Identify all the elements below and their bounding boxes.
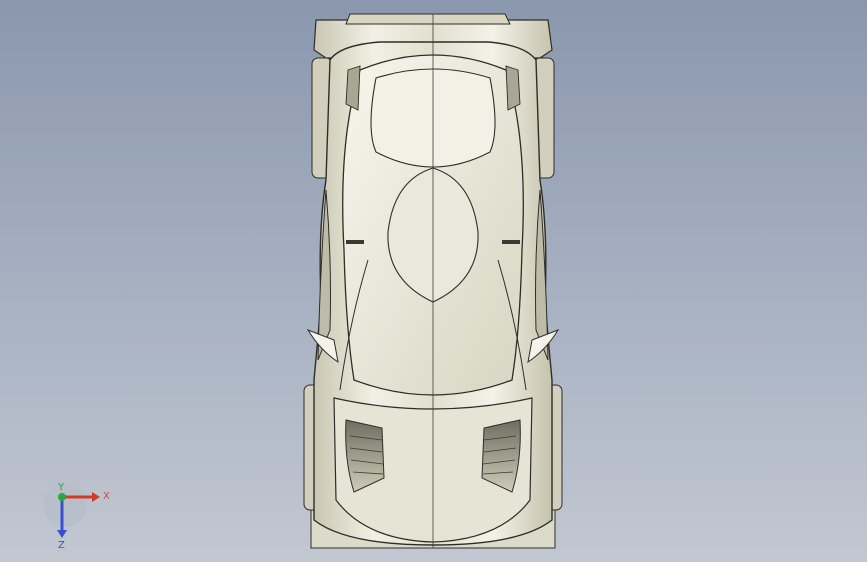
triad-origin-shade [43, 483, 87, 527]
y-axis-label: Y [57, 482, 65, 493]
door-handle-right [502, 240, 520, 244]
x-axis-arrowhead [92, 492, 100, 502]
z-axis-arrowhead [57, 530, 67, 538]
front-vent-left [345, 419, 385, 493]
front-vent-right [481, 419, 521, 493]
rear-intake-left [345, 65, 361, 111]
rear-intake-right [505, 65, 521, 111]
coordinate-triad: X Y Z [43, 482, 110, 550]
z-axis-label: Z [58, 540, 65, 550]
x-axis-label: X [103, 491, 110, 502]
car-model-top-view[interactable] [0, 0, 867, 562]
graphics-viewport[interactable]: X Y Z [0, 0, 867, 562]
rear-wing-edge [345, 13, 511, 25]
y-axis-dot [58, 493, 66, 501]
door-handle-left [346, 240, 364, 244]
